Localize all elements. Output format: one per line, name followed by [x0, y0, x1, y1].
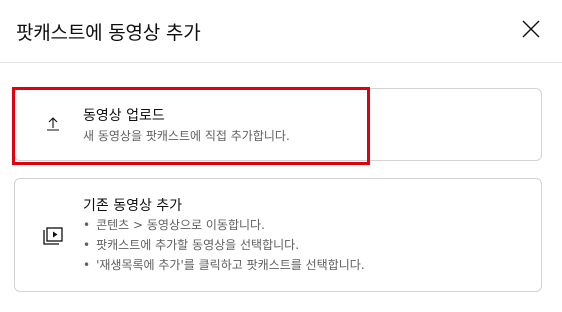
existing-option-title: 기존 동영상 추가 — [83, 198, 183, 214]
close-button[interactable] — [518, 16, 544, 42]
step-item: '재생목록에 추가'를 클릭하고 팟캐스트를 선택합니다. — [83, 255, 365, 275]
dialog-title: 팟캐스트에 동영상 추가 — [16, 22, 201, 44]
upload-icon — [47, 117, 59, 131]
step-item: 팟캐스트에 추가할 동영상을 선택합니다. — [83, 235, 365, 255]
upload-option-title: 동영상 업로드 — [83, 108, 165, 124]
step-item: 콘텐츠 > 동영상으로 이동합니다. — [83, 215, 365, 235]
existing-option-steps: 콘텐츠 > 동영상으로 이동합니다. 팟캐스트에 추가할 동영상을 선택합니다.… — [83, 215, 365, 275]
add-existing-video-option[interactable]: 기존 동영상 추가 콘텐츠 > 동영상으로 이동합니다. 팟캐스트에 추가할 동… — [14, 178, 542, 292]
dialog-header: 팟캐스트에 동영상 추가 — [0, 0, 562, 63]
upload-option-description: 새 동영상을 팟캐스트에 직접 추가합니다. — [83, 129, 290, 143]
close-icon — [522, 20, 540, 38]
playlist-play-icon — [43, 227, 63, 245]
upload-video-option[interactable]: 동영상 업로드 새 동영상을 팟캐스트에 직접 추가합니다. — [14, 88, 542, 161]
